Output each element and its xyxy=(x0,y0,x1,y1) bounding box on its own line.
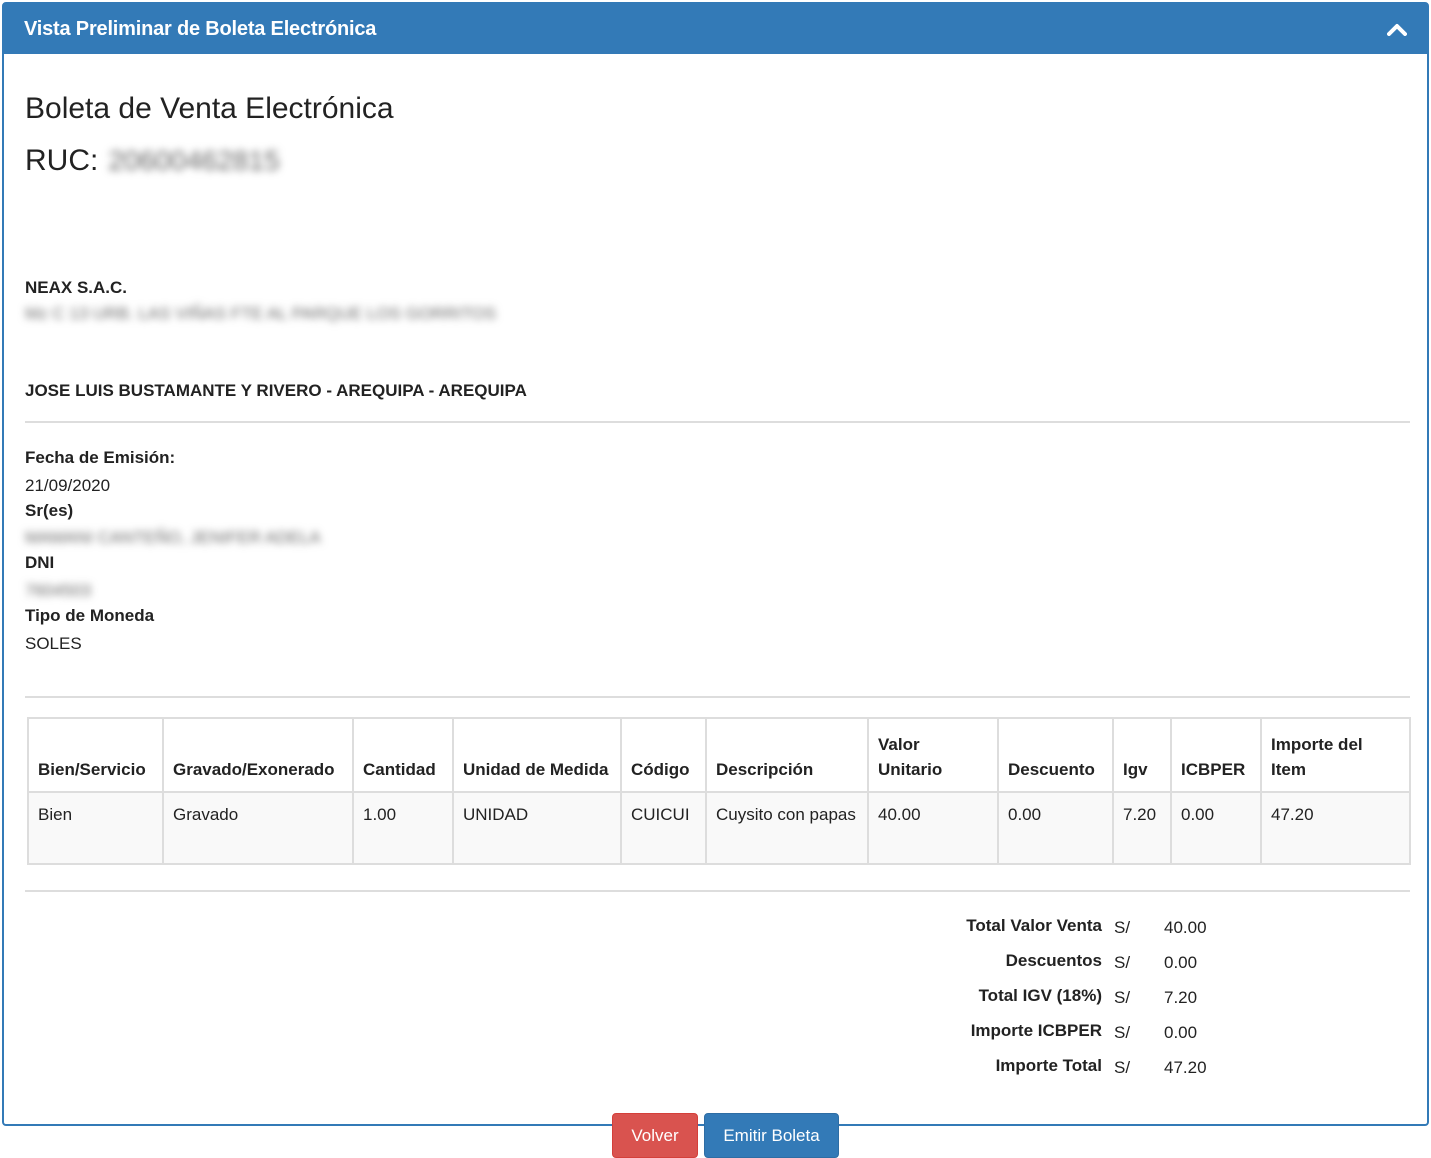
total-currency: S/ xyxy=(1114,1058,1131,1077)
company-address: Mz C 13 URB. LAS VIÑAS FTE AL PARQUE LOS… xyxy=(25,304,497,323)
moneda-label: Tipo de Moneda xyxy=(25,606,155,625)
table-header: Igv xyxy=(1112,717,1172,793)
total-row: Total IGV (18%) S/ 7.20 xyxy=(904,986,1244,1021)
company-district: JOSE LUIS BUSTAMANTE Y RIVERO - AREQUIPA… xyxy=(25,381,527,400)
dni-value: 7604503 xyxy=(25,581,92,600)
total-value: 40.00 xyxy=(1164,918,1207,937)
table-header: Importe del Item xyxy=(1260,717,1411,793)
back-button[interactable]: Volver xyxy=(612,1113,698,1158)
table-cell: Bien xyxy=(27,791,164,865)
total-value: 7.20 xyxy=(1164,988,1198,1007)
ruc-line: RUC: 20600462815 xyxy=(25,144,280,178)
table-header: Valor Unitario xyxy=(867,717,999,793)
total-label: Descuentos xyxy=(1005,951,1102,970)
items-table: Bien/Servicio Gravado/Exonerado Cantidad… xyxy=(27,717,1411,865)
fecha-label: Fecha de Emisión: xyxy=(25,448,176,467)
table-cell: 0.00 xyxy=(997,791,1114,865)
company-name: NEAX S.A.C. xyxy=(25,278,128,297)
document-title: Boleta de Venta Electrónica xyxy=(25,92,394,125)
table-cell: Gravado xyxy=(162,791,354,865)
table-header: Descuento xyxy=(997,717,1114,793)
total-currency: S/ xyxy=(1114,988,1131,1007)
preview-panel: Vista Preliminar de Boleta Electrónica B… xyxy=(2,2,1429,1158)
total-currency: S/ xyxy=(1114,918,1131,937)
table-cell: 1.00 xyxy=(352,791,454,865)
table-header: Código xyxy=(620,717,707,793)
table-header: Cantidad xyxy=(352,717,454,793)
panel-title: Vista Preliminar de Boleta Electrónica xyxy=(24,17,377,40)
totals-summary: Total Valor Venta S/ 40.00 Descuentos S/… xyxy=(904,916,1244,1091)
chevron-up-icon[interactable] xyxy=(1385,17,1409,41)
total-row: Descuentos S/ 0.00 xyxy=(904,951,1244,986)
ruc-value: 20600462815 xyxy=(108,145,280,176)
cliente-label: Sr(es) xyxy=(25,501,74,520)
table-header: Unidad de Medida xyxy=(452,717,622,793)
table-cell: Cuysito con papas xyxy=(705,791,869,865)
total-label: Total Valor Venta xyxy=(966,916,1102,935)
table-row: Bien Gravado 1.00 UNIDAD CUICUI Cuysito … xyxy=(27,791,1411,865)
total-label: Total IGV (18%) xyxy=(978,986,1102,1005)
divider xyxy=(25,890,1410,892)
table-cell: CUICUI xyxy=(620,791,707,865)
table-header-row: Bien/Servicio Gravado/Exonerado Cantidad… xyxy=(27,717,1411,793)
table-cell: 7.20 xyxy=(1112,791,1172,865)
table-header: Descripción xyxy=(705,717,869,793)
table-cell: 0.00 xyxy=(1170,791,1262,865)
emit-boleta-button[interactable]: Emitir Boleta xyxy=(704,1113,839,1158)
total-row: Importe ICBPER S/ 0.00 xyxy=(904,1021,1244,1056)
dni-label: DNI xyxy=(25,553,55,572)
total-row: Total Valor Venta S/ 40.00 xyxy=(904,916,1244,951)
moneda-value: SOLES xyxy=(25,634,82,653)
total-value: 0.00 xyxy=(1164,953,1198,972)
divider xyxy=(25,421,1410,423)
ruc-label: RUC: xyxy=(25,144,99,177)
table-cell: 47.20 xyxy=(1260,791,1411,865)
action-buttons: Volver Emitir Boleta xyxy=(4,1113,1427,1158)
table-header: Bien/Servicio xyxy=(27,717,164,793)
table-header: ICBPER xyxy=(1170,717,1262,793)
total-row: Importe Total S/ 47.20 xyxy=(904,1056,1244,1091)
total-currency: S/ xyxy=(1114,953,1131,972)
fecha-value: 21/09/2020 xyxy=(25,476,111,495)
cliente-value: MAMANI CANTEÑO, JENIFER ADELA xyxy=(25,528,321,547)
panel-heading: Vista Preliminar de Boleta Electrónica xyxy=(4,4,1427,54)
table-header: Gravado/Exonerado xyxy=(162,717,354,793)
table-cell: 40.00 xyxy=(867,791,999,865)
total-label: Importe Total xyxy=(995,1056,1102,1075)
total-label: Importe ICBPER xyxy=(970,1021,1102,1040)
table-cell: UNIDAD xyxy=(452,791,622,865)
divider xyxy=(25,696,1410,698)
total-currency: S/ xyxy=(1114,1023,1131,1042)
total-value: 47.20 xyxy=(1164,1058,1207,1077)
total-value: 0.00 xyxy=(1164,1023,1198,1042)
